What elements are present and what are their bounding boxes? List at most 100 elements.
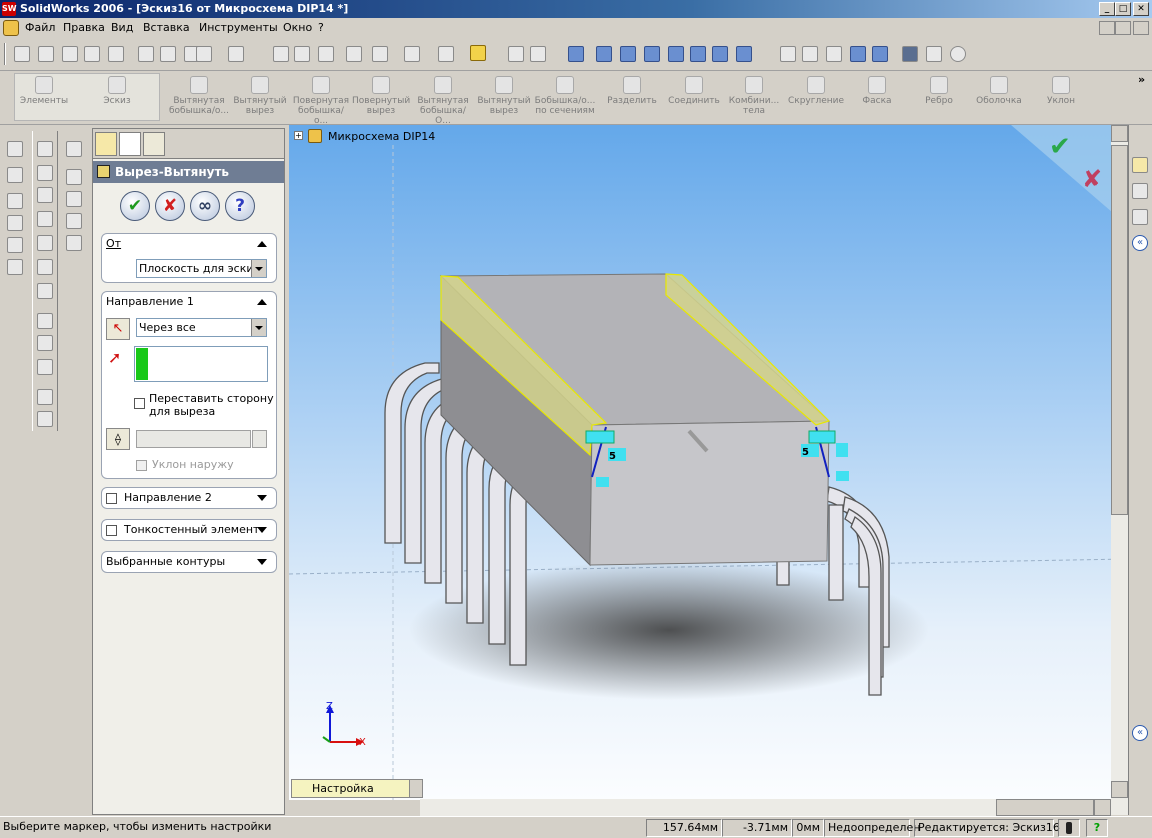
property-manager-tab-icon[interactable] [119,132,141,156]
extruded-cut-button[interactable]: Вытянутый вырез [232,76,288,116]
thin-feature-header[interactable]: Тонкостенный элемент [102,520,276,540]
dimension-left[interactable]: 5 [609,451,616,462]
from-combo[interactable]: Плоскость для эскиза [136,259,267,278]
hidden-lines-visible-icon[interactable] [802,46,818,62]
from-group-header[interactable]: От [102,234,276,254]
macro-icon[interactable] [508,46,524,62]
open-file-icon[interactable] [38,46,54,62]
home-icon[interactable] [1132,157,1148,173]
feature-manager-tab-icon[interactable] [95,132,117,156]
search-icon[interactable] [1132,209,1148,225]
measure-icon[interactable] [404,46,420,62]
swept-cut-button[interactable]: Вытянутый вырез [476,76,532,116]
zoom-to-selection-icon[interactable] [668,46,684,62]
arc-icon[interactable] [7,259,23,275]
edit-color-icon[interactable] [318,46,334,62]
chamfer-button[interactable]: Фаска [850,76,904,106]
configuration-manager-tab-icon[interactable] [143,132,165,156]
selected-contours-header[interactable]: Выбранные контуры [102,552,276,572]
pan-icon[interactable] [712,46,728,62]
split-button[interactable]: Разделить [604,76,660,106]
dimension-right[interactable]: 5 [802,447,809,458]
lofted-boss-button[interactable]: Бобышка/о... по сечениям [534,76,596,116]
confirm-ok-icon[interactable]: ✔ [1049,132,1071,162]
spline-icon[interactable] [7,215,23,231]
chevron-down-icon[interactable] [409,780,422,797]
direction2-group[interactable]: Направление 2 [101,487,277,509]
menu-file[interactable]: Файл [25,18,55,38]
undo-icon[interactable] [196,46,212,62]
hole-icon[interactable] [37,283,53,299]
reverse-direction-icon[interactable]: ↖ [106,318,130,340]
zoom-in-out-icon[interactable] [644,46,660,62]
draft-icon[interactable]: ⟠ [106,428,130,450]
circle-icon[interactable] [7,237,23,253]
graphics-viewport[interactable]: 5 5 ✔ ✘ Z X + Микросхема DIP14 Настройка [289,125,1127,800]
ok-button[interactable]: ✔ [120,191,150,221]
chevron-down-icon[interactable] [251,319,266,336]
draft-outward-checkbox[interactable] [136,460,147,471]
feature-tree-item[interactable]: Микросхема DIP14 [328,130,435,143]
axis-icon[interactable] [66,169,82,185]
menu-edit[interactable]: Правка [63,18,105,38]
draft-button[interactable]: Уклон [1034,76,1088,106]
smart-dimension-icon[interactable] [7,167,23,183]
view-orientation-icon[interactable] [568,46,584,62]
cut-icon[interactable] [138,46,154,62]
direction-selection-box[interactable] [134,346,268,382]
revolved-cut-button[interactable]: Повернутый вырез [352,76,410,116]
realview-icon[interactable] [950,46,966,62]
scroll-down-button[interactable] [1111,781,1128,798]
direction2-header[interactable]: Направление 2 [102,488,276,508]
revolved-boss-button[interactable]: Повернутая бобышка/о... [292,76,350,126]
extrude-icon[interactable] [37,165,53,181]
zoom-to-fit-icon[interactable] [596,46,612,62]
menu-insert[interactable]: Вставка [143,18,190,38]
zoom-to-area-icon[interactable] [620,46,636,62]
coordinate-system-icon[interactable] [66,191,82,207]
sketch-icon[interactable] [7,141,23,157]
app-menu-icon[interactable] [3,20,19,36]
shaded-with-edges-icon[interactable] [850,46,866,62]
close-button[interactable]: ✕ [1133,2,1149,16]
pattern-icon[interactable] [37,411,53,427]
print-icon[interactable] [84,46,100,62]
line-icon[interactable] [7,193,23,209]
rebuild-status-icon[interactable] [1058,819,1080,837]
rib-button[interactable]: Ребро [912,76,966,106]
collapse-pane-icon[interactable]: « [1132,235,1148,251]
chevron-down-icon[interactable] [251,260,266,277]
help-icon[interactable] [470,45,486,61]
options-icon[interactable] [372,46,388,62]
dimxpert-icon[interactable] [37,313,53,329]
extruded-boss-button[interactable]: Вытянутая бобышка/о... [168,76,230,116]
relation-marker[interactable] [596,477,609,487]
copy-icon[interactable] [160,46,176,62]
grid-icon[interactable] [346,46,362,62]
join-button[interactable]: Соединить [666,76,722,106]
expand-pane-icon[interactable]: « [1132,725,1148,741]
help-button[interactable]: ? [225,191,255,221]
combine-bodies-button[interactable]: Комбини... тела [726,76,782,116]
horizontal-scroll-thumb[interactable] [996,799,1094,816]
record-macro-icon[interactable] [530,46,546,62]
draft-angle-spinner[interactable] [252,430,267,448]
print-preview-icon[interactable] [108,46,124,62]
mirror-icon[interactable] [37,389,53,405]
configuration-combo[interactable]: Настройка [291,779,423,798]
horizontal-scrollbar[interactable] [420,799,1111,816]
rotate-view-icon[interactable] [690,46,706,62]
fillet-button[interactable]: Скругление [786,76,846,106]
cancel-button[interactable]: ✘ [155,191,185,221]
menu-help[interactable]: ? [318,18,324,38]
maximize-button[interactable]: □ [1115,2,1131,16]
scroll-right-button[interactable] [1094,799,1111,816]
redo-icon[interactable] [228,46,244,62]
shadows-icon[interactable] [902,46,918,62]
doc-minimize-button[interactable] [1099,21,1115,35]
box-icon[interactable] [37,141,53,157]
new-file-icon[interactable] [14,46,30,62]
thin-feature-group[interactable]: Тонкостенный элемент [101,519,277,541]
menu-tools[interactable]: Инструменты [199,18,278,38]
vertical-scroll-thumb[interactable] [1111,145,1128,515]
